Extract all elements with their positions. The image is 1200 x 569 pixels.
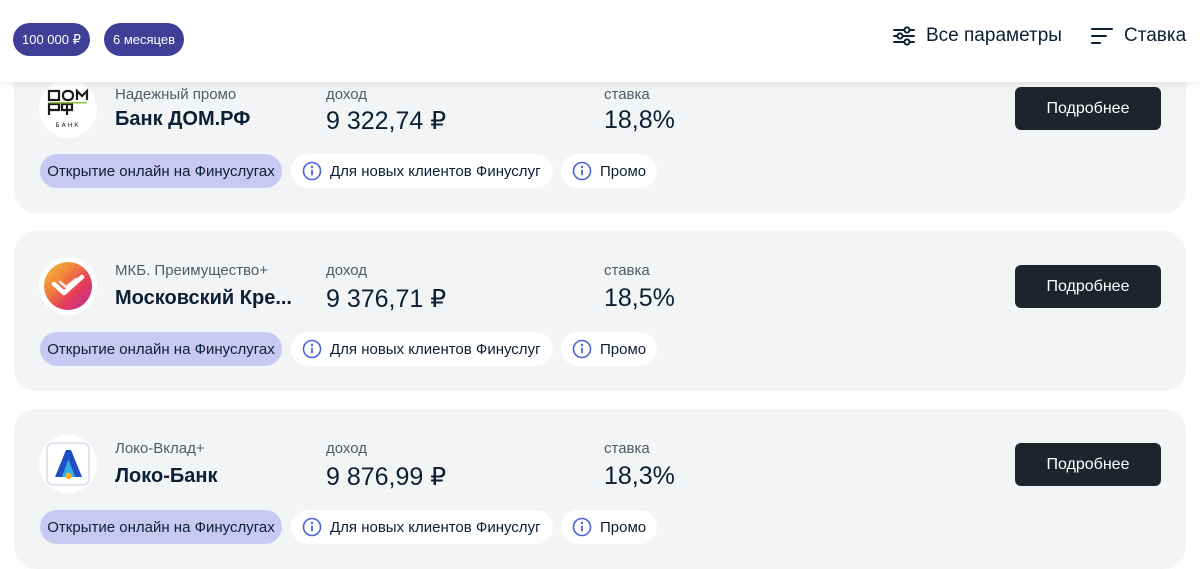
rate-label: ставка [604, 440, 650, 457]
all-params-button[interactable]: Все параметры [892, 22, 1062, 50]
promo-label: Промо [600, 162, 647, 180]
online-tag: Открытие онлайн на Финуслугах [40, 332, 282, 366]
online-tag: Открытие онлайн на Финуслугах [40, 154, 282, 188]
filter-header: 100 000 ₽ 6 месяцев Все параметры Ставка [0, 0, 1200, 82]
promo-tag[interactable]: Промо [561, 154, 657, 188]
details-button[interactable]: Подробнее [1015, 443, 1161, 486]
new-clients-label: Для новых клиентов Финуслуг [330, 340, 541, 358]
rate-label: ставка [604, 86, 650, 103]
product-name: МКБ. Преимущество+ [115, 262, 269, 279]
sort-button[interactable]: Ставка [1090, 22, 1186, 50]
rate-value: 18,5% [604, 284, 675, 312]
info-icon [302, 161, 322, 181]
mkb-logo [39, 257, 97, 315]
new-clients-tag[interactable]: Для новых клиентов Финуслуг [291, 154, 553, 188]
rate-value: 18,3% [604, 462, 675, 490]
income-label: доход [326, 440, 368, 457]
new-clients-label: Для новых клиентов Финуслуг [330, 518, 541, 536]
bank-name: Банк ДОМ.РФ [115, 108, 251, 130]
promo-tag[interactable]: Промо [561, 510, 657, 544]
deposit-card: Локо-Вклад+ Локо-Банк доход 9 876,99 ₽ с… [14, 409, 1186, 569]
info-icon [572, 517, 592, 537]
info-icon [302, 339, 322, 359]
sliders-icon [893, 26, 915, 46]
product-name: Локо-Вклад+ [115, 440, 205, 457]
info-icon [302, 517, 322, 537]
deposit-card: МКБ. Преимущество+ Московский Кре... дох… [14, 231, 1186, 391]
amount-chip[interactable]: 100 000 ₽ [13, 23, 90, 56]
promo-tag[interactable]: Промо [561, 332, 657, 366]
all-params-label: Все параметры [926, 25, 1062, 46]
rate-label: ставка [604, 262, 650, 279]
income-label: доход [326, 86, 368, 103]
sort-label: Ставка [1124, 25, 1187, 46]
promo-label: Промо [600, 518, 647, 536]
income-label: доход [326, 262, 368, 279]
bank-name: Локо-Банк [115, 465, 218, 487]
new-clients-label: Для новых клиентов Финуслуг [330, 162, 541, 180]
promo-label: Промо [600, 340, 647, 358]
svg-text:БАНК: БАНК [56, 122, 81, 129]
details-button[interactable]: Подробнее [1015, 265, 1161, 308]
new-clients-tag[interactable]: Для новых клиентов Финуслуг [291, 510, 553, 544]
info-icon [572, 161, 592, 181]
online-tag: Открытие онлайн на Финуслугах [40, 510, 282, 544]
income-value: 9 376,71 ₽ [326, 285, 447, 313]
info-icon [572, 339, 592, 359]
bank-name: Московский Кре... [115, 287, 292, 309]
domrf-logo: БАНК [39, 80, 97, 138]
sort-icon [1091, 28, 1113, 44]
income-value: 9 322,74 ₽ [326, 107, 447, 135]
rate-value: 18,8% [604, 106, 675, 134]
details-button[interactable]: Подробнее [1015, 87, 1161, 130]
new-clients-tag[interactable]: Для новых клиентов Финуслуг [291, 332, 553, 366]
income-value: 9 876,99 ₽ [326, 463, 447, 491]
loko-logo [39, 435, 97, 493]
term-chip[interactable]: 6 месяцев [104, 23, 184, 56]
product-name: Надежный промо [115, 86, 237, 103]
